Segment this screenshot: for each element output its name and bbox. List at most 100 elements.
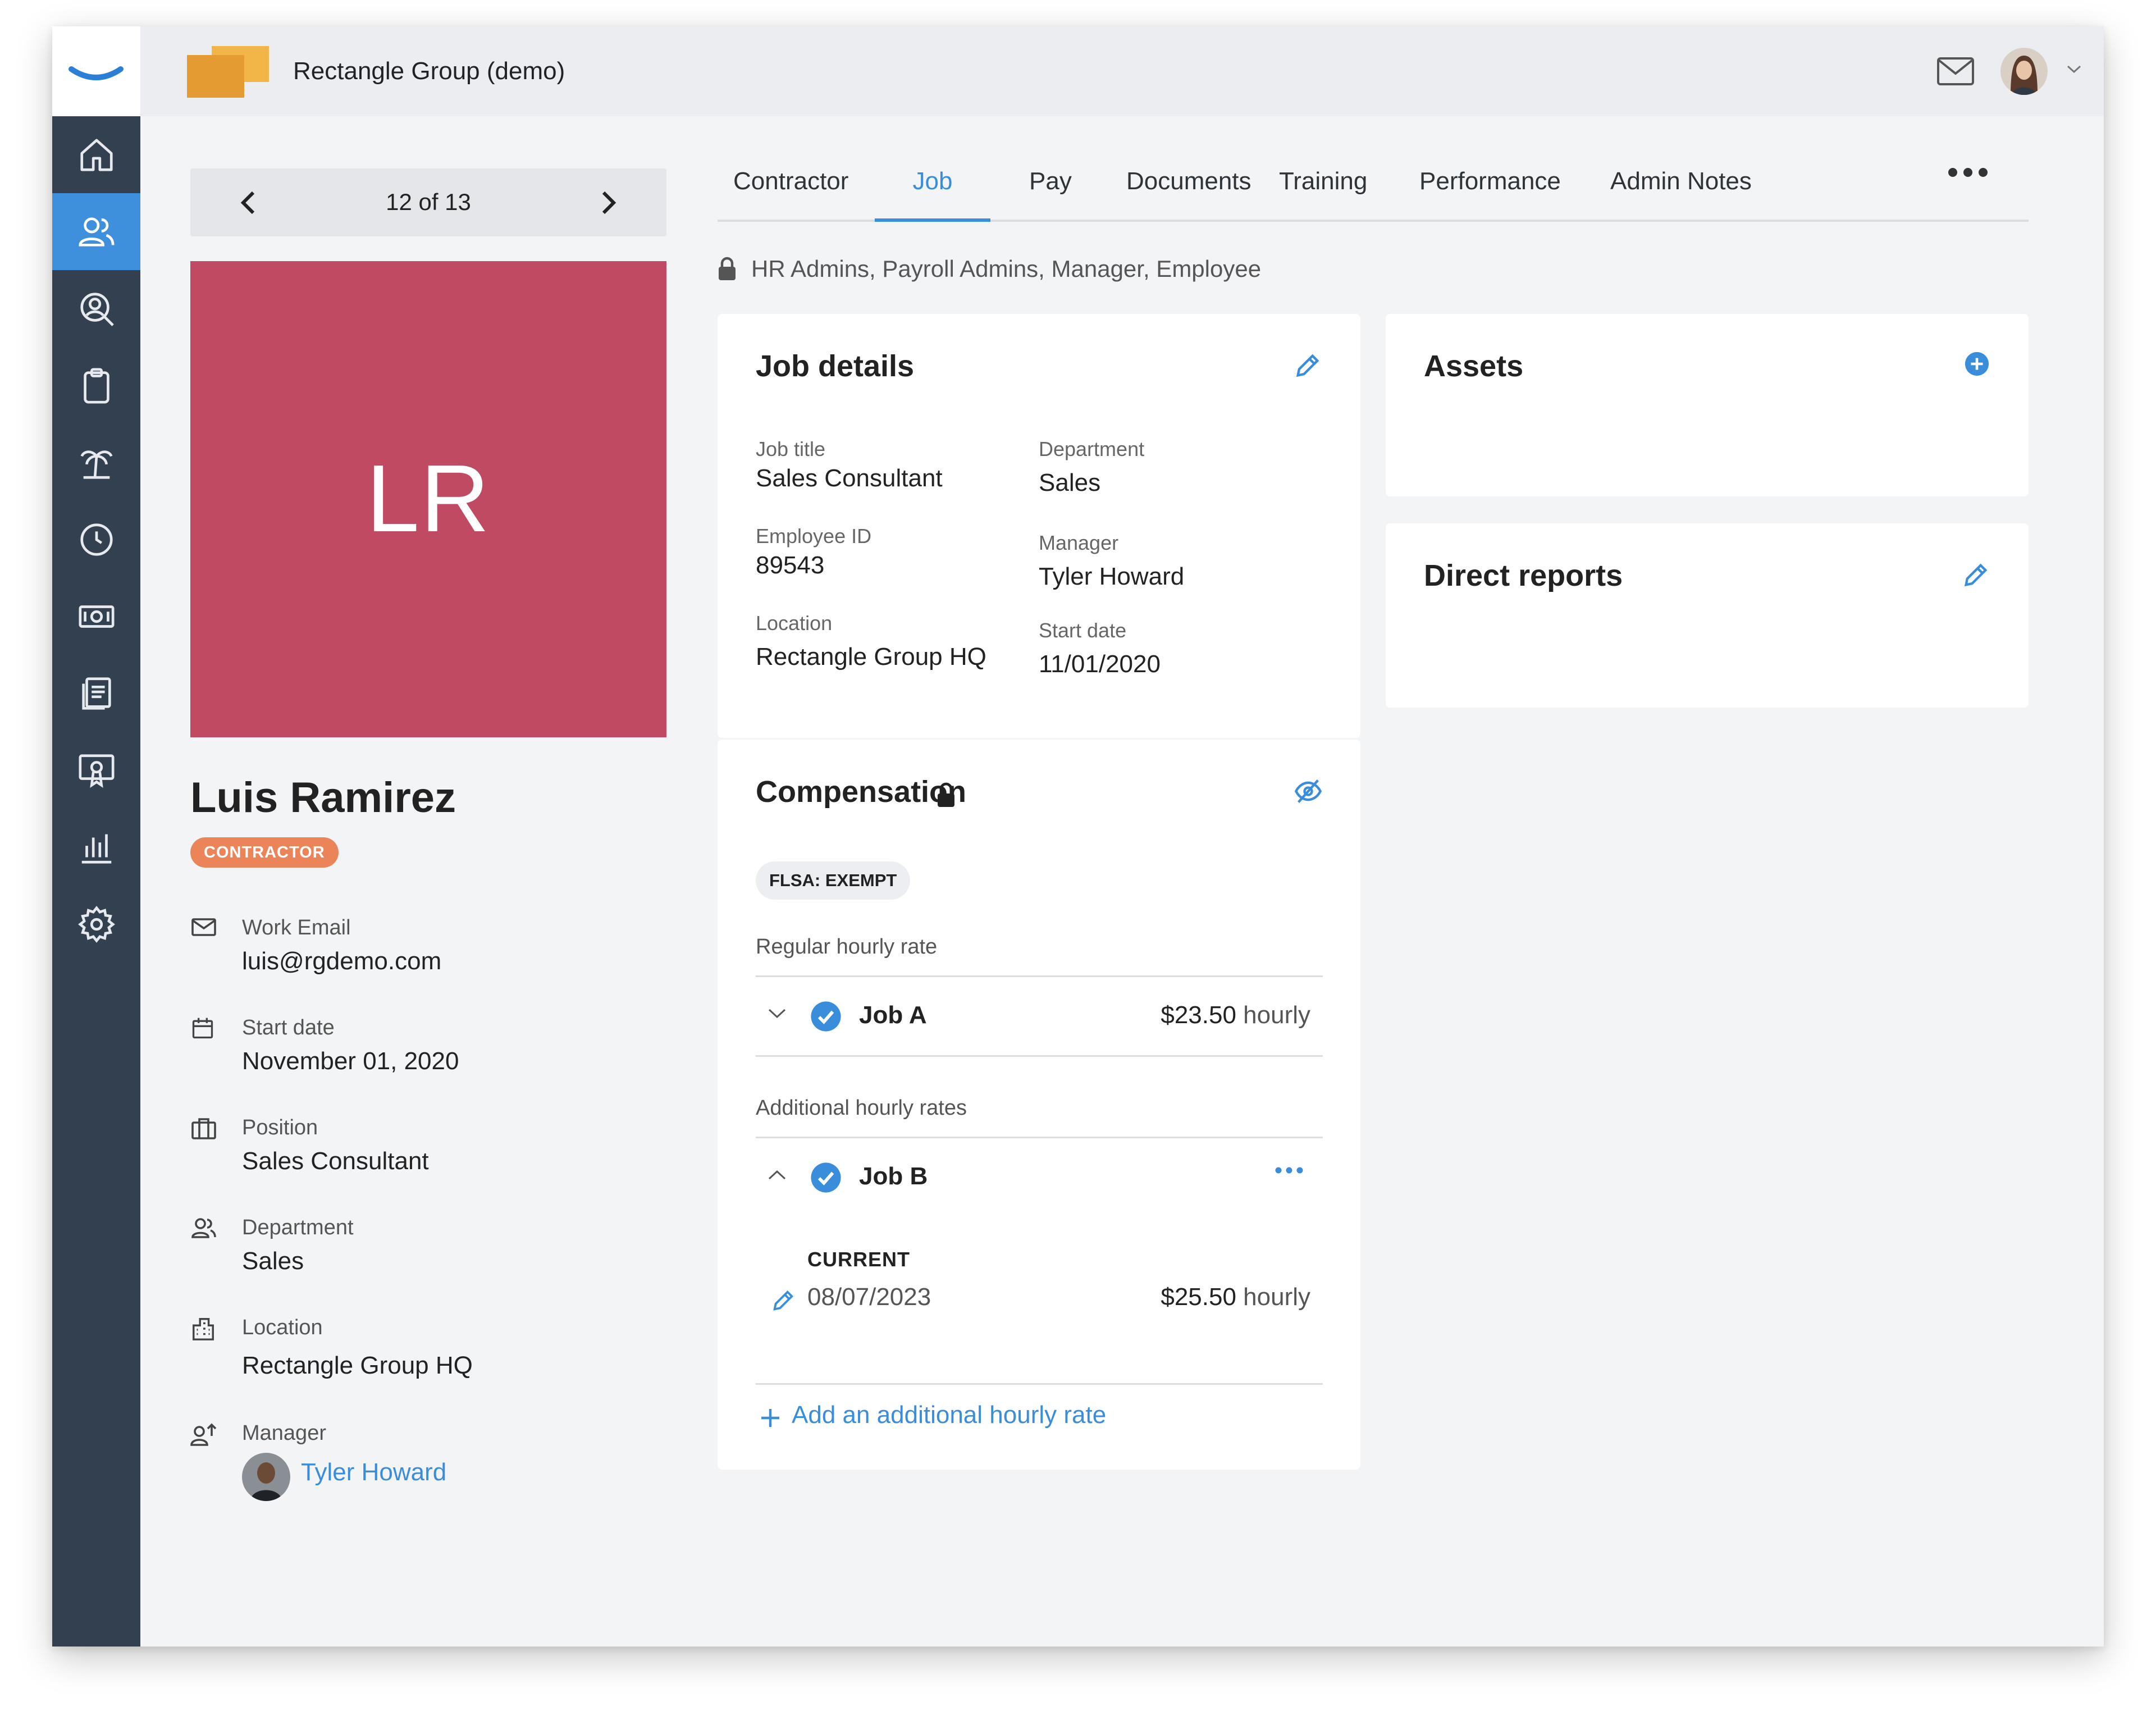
documents-icon — [82, 677, 111, 710]
nav-reports[interactable] — [52, 809, 140, 886]
field-label: Work Email — [242, 916, 351, 939]
certificate-icon — [79, 754, 115, 788]
tab-pay[interactable]: Pay — [1029, 156, 1072, 220]
detail-label: Job title — [756, 437, 826, 460]
smile-logo-icon — [68, 66, 124, 80]
clipboard-icon — [84, 368, 109, 404]
tab-contractor[interactable]: Contractor — [733, 156, 848, 220]
org-name[interactable]: Rectangle Group (demo) — [293, 56, 565, 87]
divider — [756, 975, 1323, 977]
detail-job-title: Job title Sales Consultant — [756, 437, 943, 492]
people-icon — [79, 217, 115, 247]
field-label: Manager — [242, 1421, 326, 1445]
manager-avatar[interactable] — [242, 1453, 290, 1501]
tab-admin-notes[interactable]: Admin Notes — [1610, 156, 1752, 220]
eye-off-icon[interactable] — [1293, 777, 1323, 806]
tab-job[interactable]: Job — [875, 156, 990, 222]
rate-unit: hourly — [1243, 1283, 1310, 1311]
nav-tasks[interactable] — [52, 347, 140, 424]
app-window: Rectangle Group (demo) 12 of 13 LR Luis … — [52, 26, 2104, 1647]
detail-label: Employee ID — [756, 525, 872, 548]
nav-training[interactable] — [52, 732, 140, 809]
pencil-icon[interactable] — [1293, 351, 1322, 380]
more-horizontal-icon[interactable] — [1275, 1166, 1304, 1175]
building-icon — [193, 1318, 214, 1340]
rate-amount: $25.50 hourly — [1161, 1283, 1310, 1311]
chevron-right-icon[interactable] — [596, 189, 620, 216]
more-horizontal-icon[interactable] — [1947, 165, 1989, 180]
assets-card: Assets — [1386, 314, 2029, 496]
detail-label: Start date — [1039, 619, 1127, 642]
nav-time-off[interactable] — [52, 424, 140, 501]
clock-icon — [80, 523, 113, 556]
nav-home[interactable] — [52, 116, 140, 193]
detail-label: Department — [1039, 437, 1145, 460]
add-hourly-rate-label: Add an additional hourly rate — [792, 1401, 1107, 1429]
field-value: Rectangle Group HQ — [242, 1352, 473, 1379]
chevron-up-icon[interactable] — [767, 1168, 787, 1182]
tab-training[interactable]: Training — [1279, 156, 1367, 220]
compensation-card: Compensation FLSA: EXEMPT Regular hourly… — [718, 740, 1360, 1470]
pencil-icon[interactable] — [770, 1288, 796, 1313]
nav-settings[interactable] — [52, 886, 140, 963]
divider — [756, 1055, 1323, 1057]
field-label: Department — [242, 1216, 354, 1239]
nav-time-tracking[interactable] — [52, 501, 140, 578]
nav-payroll[interactable] — [52, 578, 140, 655]
field-value: Sales Consultant — [242, 1147, 429, 1175]
plus-icon — [761, 1409, 779, 1427]
org-logo-icon — [187, 46, 269, 98]
gear-icon — [78, 906, 115, 943]
field-value[interactable]: luis@rgdemo.com — [242, 947, 441, 975]
money-icon — [79, 605, 115, 628]
detail-label: Location — [756, 612, 833, 635]
nav-documents[interactable] — [52, 655, 140, 732]
detail-value: 11/01/2020 — [1039, 650, 1161, 678]
tab-documents[interactable]: Documents — [1126, 156, 1251, 220]
user-avatar[interactable] — [2000, 48, 2048, 95]
additional-rates-label: Additional hourly rates — [756, 1096, 967, 1120]
detail-start-date: Start date 11/01/2020 — [1039, 619, 1161, 678]
field-value: November 01, 2020 — [242, 1047, 459, 1075]
rate-job-name: Job B — [859, 1162, 928, 1190]
palm-tree-icon — [80, 450, 113, 479]
mail-icon[interactable] — [1936, 57, 1975, 86]
rate-unit: hourly — [1243, 1001, 1310, 1029]
detail-value: Rectangle Group HQ — [756, 643, 986, 671]
detail-label: Manager — [1039, 531, 1119, 554]
card-title: Compensation — [756, 775, 967, 809]
field-value: Sales — [242, 1247, 304, 1275]
direct-reports-card: Direct reports — [1386, 523, 2029, 708]
chevron-down-icon[interactable] — [2066, 63, 2082, 75]
rate-row-job-a[interactable]: Job A $23.50 hourly — [756, 978, 1323, 1055]
app-logo[interactable] — [52, 26, 140, 116]
bar-chart-icon — [81, 834, 112, 864]
field-label: Location — [242, 1316, 323, 1339]
rate-amount: $23.50 hourly — [1161, 1001, 1310, 1029]
manager-link[interactable]: Tyler Howard — [301, 1458, 446, 1486]
current-status-label: CURRENT — [807, 1248, 910, 1271]
home-icon — [80, 139, 113, 171]
nav-people[interactable] — [52, 193, 140, 270]
chevron-down-icon[interactable] — [767, 1007, 787, 1020]
detail-value: 89543 — [756, 551, 825, 579]
detail-manager: Manager Tyler Howard — [1039, 531, 1184, 591]
pager-count: 12 of 13 — [386, 189, 471, 215]
employee-name: Luis Ramirez — [190, 774, 456, 822]
add-circle-icon[interactable] — [1964, 351, 1990, 377]
rate-value: $25.50 — [1161, 1283, 1236, 1311]
rate-row-job-b[interactable]: Job B — [756, 1139, 1323, 1216]
divider — [756, 1137, 1323, 1138]
nav-candidates[interactable] — [52, 270, 140, 347]
top-bar: Rectangle Group (demo) — [140, 26, 2104, 116]
mail-icon — [191, 918, 216, 936]
worker-type-badge: CONTRACTOR — [190, 837, 339, 868]
card-title: Job details — [756, 349, 915, 383]
pencil-icon[interactable] — [1961, 560, 1990, 590]
detail-department: Department Sales — [1039, 437, 1144, 497]
access-text: HR Admins, Payroll Admins, Manager, Empl… — [751, 256, 1262, 282]
tab-performance[interactable]: Performance — [1419, 156, 1561, 220]
current-rate-row: 08/07/2023 $25.50 hourly — [756, 1283, 1323, 1322]
people-icon — [191, 1218, 216, 1238]
rate-effective-date: 08/07/2023 — [807, 1283, 931, 1311]
